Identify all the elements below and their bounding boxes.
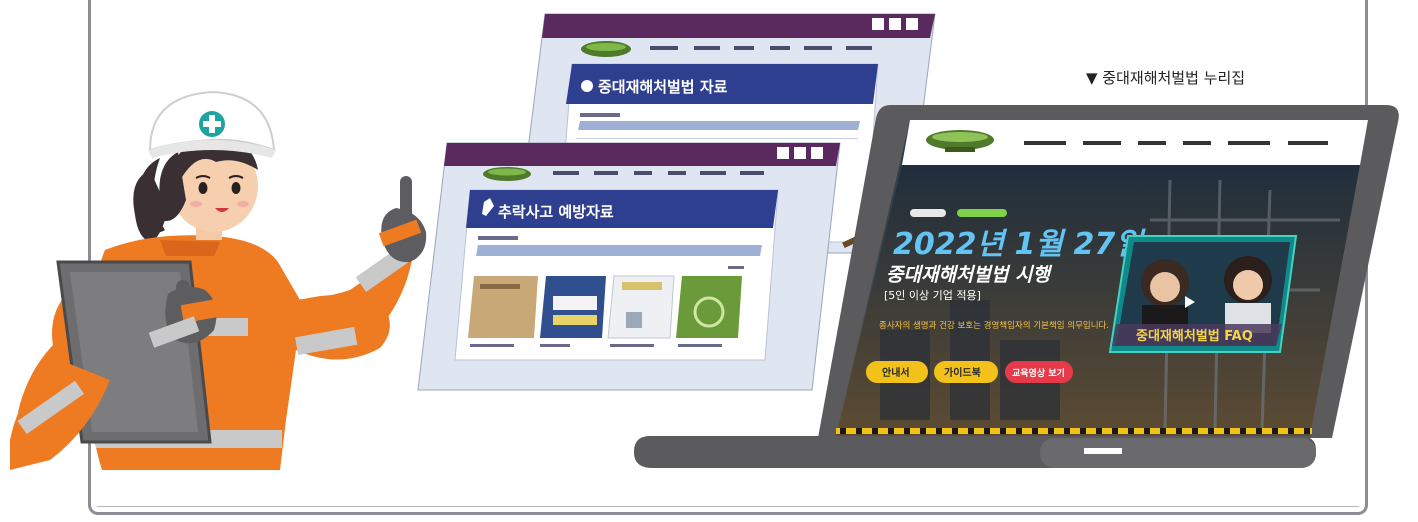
guidebook-button-label: 가이드북 — [944, 366, 981, 379]
front-banner-text: 추락사고 예방자료 — [498, 203, 614, 221]
thumbnail-2[interactable] — [540, 276, 606, 347]
hero-desc: 종사자의 생명과 건강 보호는 경영책임자의 기본책임 의무입니다. — [879, 320, 1109, 331]
thumbnail-3[interactable] — [607, 275, 675, 347]
illustration: 중대재해처벌법 자료 추락사고 예방자료 2022년 1월 27일 중대재해처벌… — [10, 13, 1399, 470]
thumbnail-1[interactable] — [468, 276, 538, 347]
video-button-label: 교육영상 보기 — [1012, 367, 1065, 379]
hero-title: 2022년 1월 27일 — [893, 227, 1146, 262]
front-browser-window: 추락사고 예방자료 — [417, 142, 841, 391]
hero-note: [5인 이상 기업 적용] — [884, 289, 981, 302]
faq-video-panel[interactable]: 중대재해처벌법 FAQ — [1108, 235, 1298, 353]
back-banner-text: 중대재해처벌법 자료 — [598, 78, 728, 96]
trackpad-indicator — [1084, 448, 1122, 454]
thumbnail-4[interactable] — [676, 276, 742, 347]
first-aid-cross-icon — [199, 111, 225, 137]
hero-subtitle: 중대재해처벌법 시행 — [886, 264, 1052, 286]
guide-button[interactable]: 안내서 — [866, 361, 928, 383]
video-caption: 중대재해처벌법 FAQ — [1136, 328, 1253, 344]
guide-button-label: 안내서 — [882, 366, 910, 379]
video-button[interactable]: 교육영상 보기 — [1005, 361, 1073, 383]
safety-worker — [10, 90, 427, 470]
guidebook-button[interactable]: 가이드북 — [934, 361, 998, 383]
